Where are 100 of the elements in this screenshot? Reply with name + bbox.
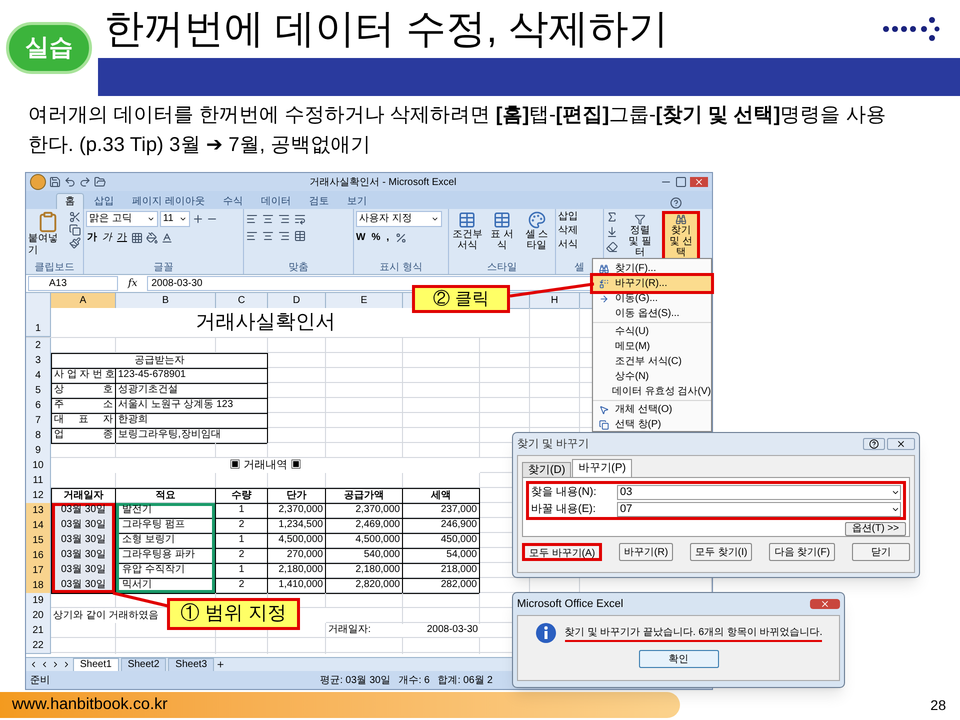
dialog-button[interactable]: 바꾸기(R) (619, 543, 674, 561)
align-left-icon (246, 230, 258, 242)
style-button[interactable]: 셀 스타일 (520, 211, 554, 251)
table-cell: 1,410,000 (268, 578, 326, 594)
ribbon-tab[interactable]: 데이터 (252, 194, 299, 209)
ribbon-tab[interactable]: 페이지 레이아웃 (124, 194, 213, 209)
table-cell: 2,370,000 (268, 503, 326, 519)
input-field[interactable]: 07 (617, 502, 901, 516)
menu-item[interactable]: 메모(M) (593, 339, 711, 354)
dialog-tab[interactable]: 바꾸기(P) (572, 459, 632, 477)
sheet-tab[interactable]: Sheet3 (168, 658, 214, 672)
row-header[interactable]: 12 (26, 488, 51, 504)
row-header[interactable]: 11 (26, 473, 51, 489)
menu-item[interactable]: 선택 창(P) (593, 417, 711, 432)
row-header[interactable]: 1 (26, 308, 51, 337)
ribbon-tab[interactable]: 홈 (56, 193, 84, 209)
date-label: 거래일자: (327, 623, 372, 637)
row-header[interactable]: 18 (26, 578, 51, 594)
font-style-button[interactable]: 가 (101, 230, 113, 245)
row-header[interactable]: 2 (26, 338, 51, 354)
row-header[interactable]: 9 (26, 443, 51, 459)
close-button[interactable] (690, 177, 708, 187)
edit-button[interactable]: 찾기 및 선택 (662, 211, 700, 261)
table-cell: 4,500,000 (326, 533, 403, 549)
style-button[interactable]: 조건부 서식 (451, 211, 484, 251)
footer-url: www.hanbitbook.co.kr (12, 695, 168, 715)
table-cell: 03월 30일 (51, 563, 116, 579)
number-format-button[interactable]: , (386, 230, 390, 245)
menu-item[interactable]: 데이터 유효성 검사(V) (593, 384, 711, 399)
row-header[interactable]: 5 (26, 383, 51, 399)
cell-button[interactable]: 삭제 (558, 225, 578, 237)
dialog-tab[interactable]: 찾기(D) (522, 462, 572, 477)
maximize-icon (675, 176, 687, 188)
function-label: fx (126, 277, 138, 291)
menu-item[interactable]: 찾기(F)... (593, 261, 711, 276)
cell-button[interactable]: 서식 (558, 239, 578, 251)
paste-button[interactable]: 붙여넣기 (28, 211, 67, 257)
row-header[interactable]: 8 (26, 428, 51, 444)
help-button[interactable] (863, 438, 885, 450)
number-format-button[interactable]: % (371, 230, 380, 245)
font-style-button[interactable]: 가 (116, 230, 128, 245)
row-header[interactable]: 3 (26, 353, 51, 369)
close-button[interactable] (810, 599, 840, 609)
next-sheet-icon (51, 660, 60, 669)
edit-button[interactable]: 정렬 및 필터 (621, 211, 659, 261)
table-icon (493, 211, 511, 229)
table-icon (458, 211, 476, 229)
dialog-button[interactable]: 다음 찾기(F) (769, 543, 835, 561)
row-header[interactable]: 4 (26, 368, 51, 384)
sheet-tab[interactable]: Sheet1 (73, 658, 119, 672)
number-format-button[interactable]: W (356, 230, 366, 245)
menu-item[interactable]: 이동 옵션(S)... (593, 306, 711, 321)
row-header[interactable]: 21 (26, 623, 51, 639)
dialog-button[interactable]: 모두 찾기(I) (690, 543, 752, 561)
menu-item[interactable]: 수식(U) (593, 324, 711, 339)
row-header[interactable]: 13 (26, 503, 51, 519)
table-cell: 450,000 (403, 533, 480, 549)
column-header[interactable]: H (530, 293, 580, 309)
row-header[interactable]: 7 (26, 413, 51, 429)
ribbon-tab[interactable]: 보기 (338, 194, 375, 209)
dialog-button[interactable]: 모두 바꾸기(A) (522, 543, 602, 561)
row-header[interactable]: 10 (26, 458, 51, 474)
row-header[interactable]: 22 (26, 638, 51, 654)
dialog-button[interactable]: 닫기 (852, 543, 910, 561)
row-header[interactable]: 16 (26, 548, 51, 564)
font-name-field[interactable]: 맑은 고딕 (86, 211, 158, 227)
table-cell: 2 (216, 518, 268, 534)
font-style-button[interactable]: 가 (86, 230, 98, 245)
copy-icon (69, 224, 81, 236)
menu-item[interactable]: 상수(N) (593, 369, 711, 384)
row-header[interactable]: 15 (26, 533, 51, 549)
ribbon-tab[interactable]: 삽입 (86, 194, 122, 209)
options-button[interactable]: 옵션(T) >> (844, 522, 906, 536)
row-header[interactable]: 6 (26, 398, 51, 414)
cell-button[interactable]: 삽입 (558, 211, 578, 223)
input-field[interactable]: 03 (617, 484, 901, 500)
ribbon-tab[interactable]: 검토 (300, 194, 337, 209)
menu-item[interactable]: 개체 선택(O) (593, 402, 711, 417)
ok-button[interactable]: 확인 (638, 650, 718, 668)
ribbon-tab[interactable]: 수식 (214, 194, 251, 209)
column-heading: 단가 (268, 488, 326, 504)
name-box[interactable]: A13 (28, 276, 118, 291)
table-cell: 540,000 (326, 548, 403, 564)
menu-item[interactable]: 이동(G)... (593, 291, 711, 306)
close-button[interactable] (887, 438, 915, 450)
filter-icon (632, 214, 648, 225)
row-header[interactable]: 14 (26, 518, 51, 534)
column-header[interactable]: A (51, 293, 116, 309)
merge-icon (294, 230, 306, 242)
office-button[interactable] (30, 174, 46, 190)
style-button[interactable]: 표 서식 (486, 211, 518, 251)
menu-item[interactable]: 조건부 서식(C) (593, 354, 711, 369)
menu-item[interactable]: 바꾸기(R)... (593, 276, 711, 291)
row-header[interactable]: 20 (26, 608, 51, 624)
row-header[interactable]: 19 (26, 593, 51, 609)
font-size-field[interactable]: 11 (160, 211, 190, 227)
row-header[interactable]: 17 (26, 563, 51, 579)
status-summary: 평균: 03월 30일 (320, 674, 391, 688)
number-format-field[interactable]: 사용자 지정 (356, 211, 442, 227)
sheet-tab[interactable]: Sheet2 (120, 658, 166, 672)
